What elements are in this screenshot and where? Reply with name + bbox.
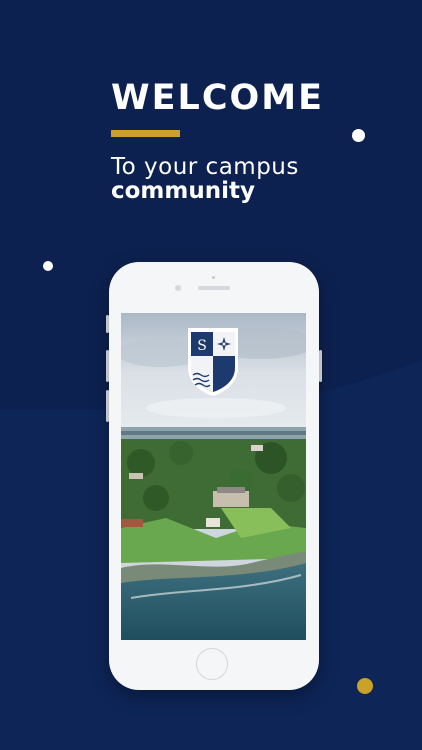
subtitle-line-2: community [111, 178, 255, 204]
phone-home-button [196, 648, 228, 680]
subtitle-line-1: To your campus [111, 154, 299, 180]
phone-speaker [198, 286, 230, 290]
decorative-dot [43, 261, 53, 271]
accent-bar [111, 130, 180, 137]
phone-screen: S R [121, 313, 306, 640]
campus-aerial-image: S R [121, 313, 306, 640]
phone-sensor [212, 276, 215, 279]
decorative-dot-gold [357, 678, 373, 694]
phone-side-button [319, 350, 322, 382]
welcome-heading: WELCOME [111, 78, 324, 118]
logo-letter-r: R [219, 363, 230, 379]
decorative-dot [352, 129, 365, 142]
logo-letter-s: S [197, 338, 207, 354]
phone-camera [175, 285, 181, 291]
